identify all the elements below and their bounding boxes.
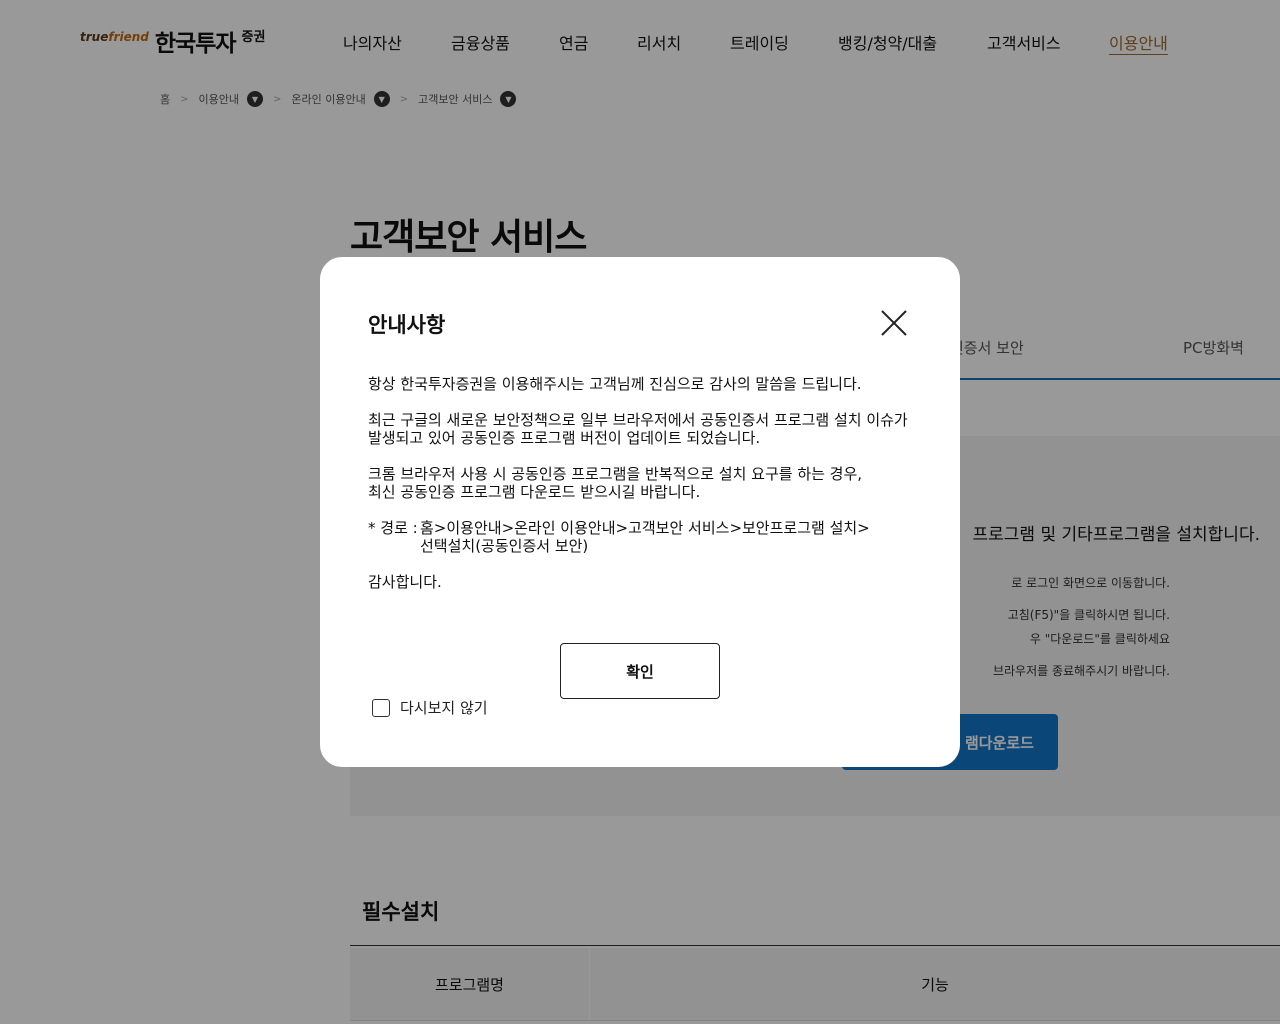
modal-path: * 경로 : 홈>이용안내>온라인 이용안내>고객보안 서비스>보안프로그램 설… [368,519,928,555]
modal-paragraph: 최근 구글의 새로운 보안정책으로 일부 브라우저에서 공동인증서 프로그램 설… [368,411,908,447]
confirm-button[interactable]: 확인 [560,643,720,699]
dont-show-again-label: 다시보지 않기 [400,699,488,717]
modal-paragraph: 항상 한국투자증권을 이용해주시는 고객님께 진심으로 감사의 말씀을 드립니다… [368,375,862,393]
dont-show-again-option[interactable]: 다시보지 않기 [372,697,488,718]
modal-title: 안내사항 [368,313,446,337]
modal-body: 항상 한국투자증권을 이용해주시는 고객님께 진심으로 감사의 말씀을 드립니다… [368,375,928,609]
path-value: 홈>이용안내>온라인 이용안내>고객보안 서비스>보안프로그램 설치> 선택설치… [420,519,870,555]
close-icon[interactable] [878,307,910,339]
path-label: * 경로 : [368,519,418,537]
modal-closing: 감사합니다. [368,573,442,591]
dont-show-again-checkbox[interactable] [372,698,390,717]
notice-modal: 안내사항 항상 한국투자증권을 이용해주시는 고객님께 진심으로 감사의 말씀을… [320,257,960,767]
modal-paragraph: 크롬 브라우저 사용 시 공동인증 프로그램을 반복적으로 설치 요구를 하는 … [368,465,863,501]
